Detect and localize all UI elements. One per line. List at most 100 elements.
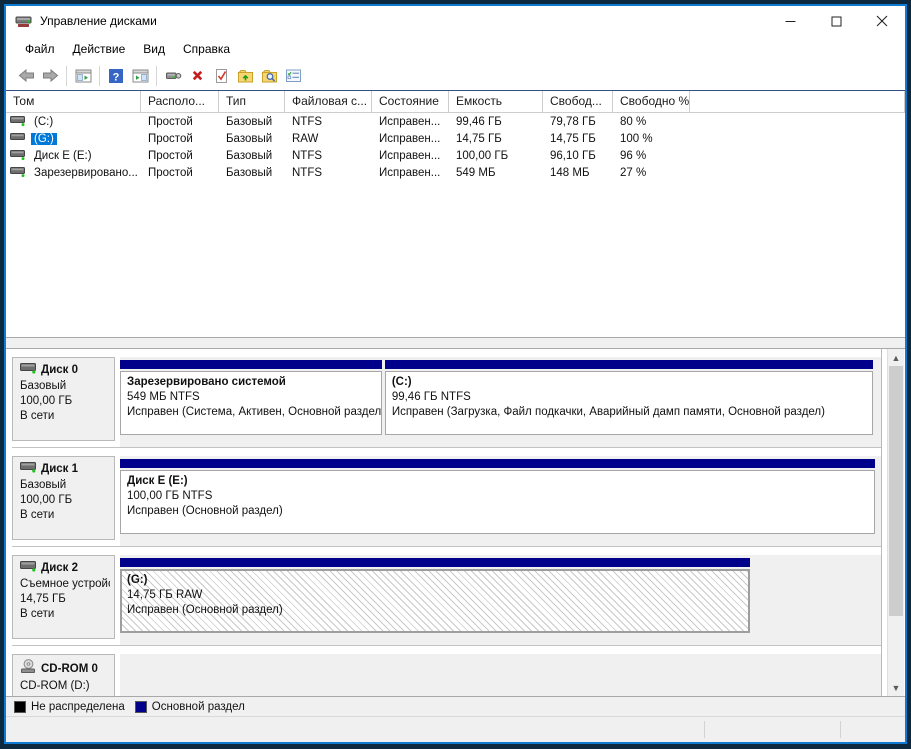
disk-device-icon[interactable] [161, 64, 185, 87]
column-header-4[interactable]: Состояние [372, 91, 449, 112]
volume-free: 96,10 ГБ [543, 147, 613, 164]
column-header-7[interactable]: Свободно % [613, 91, 690, 112]
column-header-5[interactable]: Емкость [449, 91, 543, 112]
disk-graph-pane: Диск 0Базовый100,00 ГБВ сетиЗарезервиров… [6, 349, 905, 696]
disk-row: Диск 2Съемное устройство14,75 ГБВ сети(G… [12, 547, 881, 646]
column-header-8[interactable] [690, 91, 905, 112]
disk-kind: CD-ROM (D:) [20, 679, 110, 694]
back-icon[interactable] [14, 64, 38, 87]
volume-name-cell[interactable]: (G:) [6, 130, 141, 147]
partition-body[interactable]: Диск E (E:)100,00 ГБ NTFSИсправен (Основ… [120, 470, 875, 534]
volume-row[interactable]: Зарезервировано...ПростойБазовыйNTFSИспр… [6, 164, 905, 181]
disk-name: CD-ROM 0 [41, 662, 98, 677]
menu-item-0[interactable]: Файл [16, 39, 64, 59]
column-header-1[interactable]: Располо... [141, 91, 219, 112]
volume-list-pane: ТомРасполо...ТипФайловая с...СостояниеЕм… [6, 91, 905, 337]
column-header-0[interactable]: Том [6, 91, 141, 112]
disk-kind: Базовый [20, 379, 110, 394]
window-controls [767, 6, 905, 36]
partition-block[interactable]: (G:)14,75 ГБ RAWИсправен (Основной разде… [120, 558, 750, 645]
disk-graph-area: Диск E (E:)100,00 ГБ NTFSИсправен (Основ… [120, 456, 881, 546]
disk-size: 100,00 ГБ [20, 394, 110, 409]
partition-type-bar [385, 360, 874, 369]
vertical-scrollbar[interactable]: ▲ ▼ [887, 349, 904, 696]
volume-name[interactable]: (C:) [31, 116, 56, 128]
window-title: Управление дисками [40, 14, 157, 28]
legend-label: Основной раздел [152, 701, 245, 713]
volume-capacity: 99,46 ГБ [449, 113, 543, 130]
menu-item-3[interactable]: Справка [174, 39, 239, 59]
disk-name: Диск 0 [41, 363, 78, 378]
scroll-down-icon[interactable]: ▼ [888, 679, 904, 696]
check-document-icon[interactable] [209, 64, 233, 87]
disk-icon [20, 560, 41, 577]
volume-name-cell[interactable]: Зарезервировано... [6, 164, 141, 181]
volume-empty-cell [690, 113, 905, 130]
disk-info-cell[interactable]: Диск 1Базовый100,00 ГБВ сети [12, 456, 115, 540]
title-bar: Управление дисками [6, 6, 905, 36]
column-header-6[interactable]: Свобод... [543, 91, 613, 112]
legend-bar: Не распределенаОсновной раздел [6, 696, 905, 716]
toolbar-separator [156, 66, 157, 86]
show-action-pane-icon[interactable] [128, 64, 152, 87]
legend-swatch [14, 701, 26, 713]
open-folder-icon[interactable] [233, 64, 257, 87]
help-icon[interactable]: ? [104, 64, 128, 87]
partition-type-bar [120, 360, 382, 369]
volume-row[interactable]: Диск E (E:)ПростойБазовыйNTFSИсправен...… [6, 147, 905, 164]
volume-layout: Простой [141, 164, 219, 181]
volume-status: Исправен... [372, 147, 449, 164]
disk-icon [20, 461, 41, 478]
volume-status: Исправен... [372, 130, 449, 147]
partition-body[interactable]: (C:)99,46 ГБ NTFSИсправен (Загрузка, Фай… [385, 371, 874, 435]
disk-rows: Диск 0Базовый100,00 ГБВ сетиЗарезервиров… [12, 349, 881, 696]
volume-name-cell[interactable]: (C:) [6, 113, 141, 130]
volume-capacity: 100,00 ГБ [449, 147, 543, 164]
partition-type-bar [120, 558, 750, 567]
column-header-3[interactable]: Файловая с... [285, 91, 372, 112]
menu-item-1[interactable]: Действие [64, 39, 135, 59]
properties-icon[interactable] [281, 64, 305, 87]
partition-block[interactable]: (C:)99,46 ГБ NTFSИсправен (Загрузка, Фай… [385, 360, 874, 447]
scrollbar-thumb[interactable] [889, 366, 903, 616]
delete-volume-icon[interactable] [185, 64, 209, 87]
disk-graph-area: Зарезервировано системой549 МБ NTFSИспра… [120, 357, 881, 447]
disk-row: Диск 0Базовый100,00 ГБВ сетиЗарезервиров… [12, 349, 881, 448]
show-console-tree-icon[interactable] [71, 64, 95, 87]
partition-body[interactable]: (G:)14,75 ГБ RAWИсправен (Основной разде… [120, 569, 750, 633]
disk-icon [20, 362, 41, 379]
disk-kind: Базовый [20, 478, 110, 493]
pane-splitter[interactable] [6, 337, 905, 349]
maximize-button[interactable] [813, 6, 859, 36]
partition-title: (C:) [392, 375, 873, 390]
partition-block[interactable]: Диск E (E:)100,00 ГБ NTFSИсправен (Основ… [120, 459, 875, 546]
status-separator [840, 721, 841, 738]
volume-free-pct: 100 % [613, 130, 690, 147]
column-header-2[interactable]: Тип [219, 91, 285, 112]
partition-body[interactable]: Зарезервировано системой549 МБ NTFSИспра… [120, 371, 382, 435]
partition-status: Исправен (Загрузка, Файл подкачки, Авари… [392, 405, 873, 420]
close-button[interactable] [859, 6, 905, 36]
explore-folder-icon[interactable] [257, 64, 281, 87]
partition-status: Исправен (Основной раздел) [127, 504, 874, 519]
volume-name[interactable]: Зарезервировано... [31, 167, 141, 179]
scroll-up-icon[interactable]: ▲ [888, 349, 904, 366]
volume-name[interactable]: (G:) [31, 133, 57, 145]
volume-row[interactable]: (C:)ПростойБазовыйNTFSИсправен...99,46 Г… [6, 113, 905, 130]
volume-name-cell[interactable]: Диск E (E:) [6, 147, 141, 164]
volume-type: Базовый [219, 113, 285, 130]
volume-status: Исправен... [372, 164, 449, 181]
forward-icon[interactable] [38, 64, 62, 87]
partition-status: Исправен (Система, Активен, Основной раз… [127, 405, 381, 420]
minimize-button[interactable] [767, 6, 813, 36]
menu-item-2[interactable]: Вид [134, 39, 174, 59]
toolbar-separator [66, 66, 67, 86]
partition-block[interactable]: Зарезервировано системой549 МБ NTFSИспра… [120, 360, 382, 447]
legend-swatch [135, 701, 147, 713]
disk-info-cell[interactable]: Диск 0Базовый100,00 ГБВ сети [12, 357, 115, 441]
disk-info-cell[interactable]: CD-ROM 0 CD-ROM (D:) [12, 654, 115, 696]
volume-name[interactable]: Диск E (E:) [31, 150, 95, 162]
disk-info-cell[interactable]: Диск 2Съемное устройство14,75 ГБВ сети [12, 555, 115, 639]
volume-empty-cell [690, 164, 905, 181]
volume-row[interactable]: (G:)ПростойБазовыйRAWИсправен...14,75 ГБ… [6, 130, 905, 147]
